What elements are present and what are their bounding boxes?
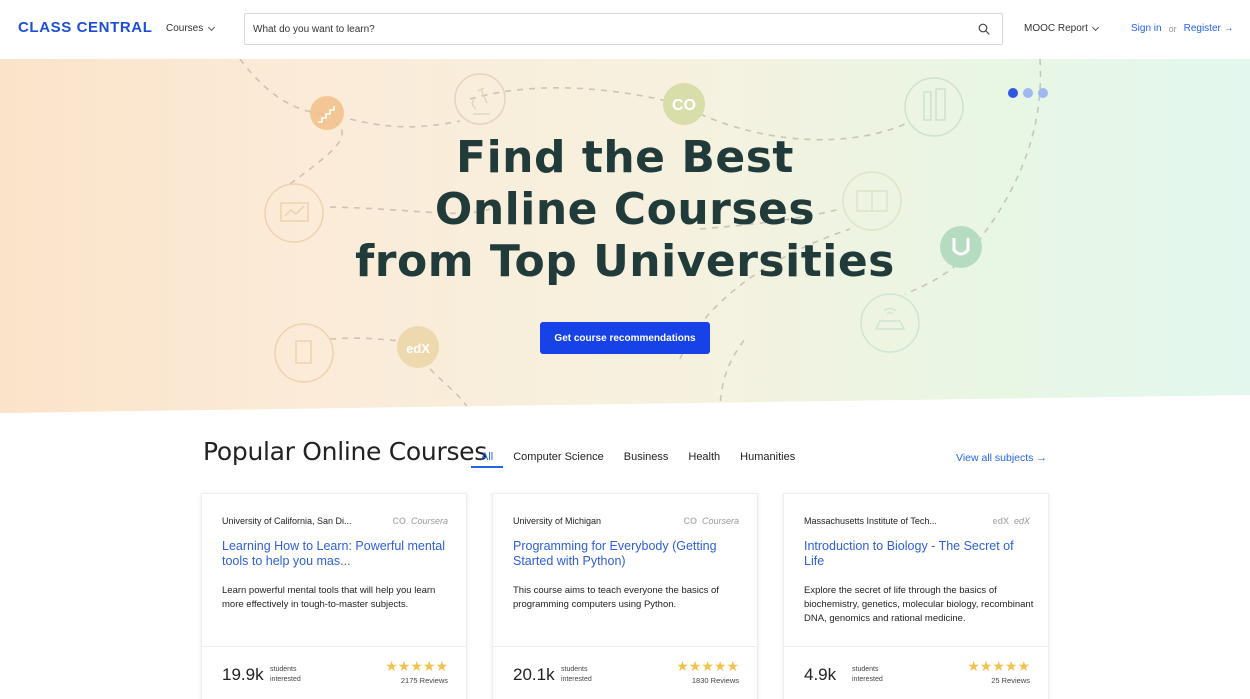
- subject-tabs: All Computer Science Business Health Hum…: [471, 451, 805, 468]
- coursera-icon: CO: [392, 516, 406, 526]
- hero-heading-line: from Top Universities: [355, 236, 895, 287]
- course-provider: CO Coursera: [392, 516, 448, 526]
- smart-car-icon: [860, 293, 920, 353]
- students-label-line: interested: [561, 676, 592, 683]
- chevron-down-icon: [208, 23, 216, 31]
- students-label: students interested: [852, 665, 883, 685]
- students-count: 4.9k: [804, 665, 837, 684]
- tab-humanities[interactable]: Humanities: [730, 451, 805, 468]
- hero-banner: CO edX Find the Best Online Courses from…: [0, 59, 1250, 413]
- svg-text:edX: edX: [406, 341, 430, 356]
- mooc-report-label: MOOC Report: [1024, 23, 1088, 34]
- provider-name: Coursera: [410, 516, 448, 526]
- review-count: 1830 Reviews: [691, 676, 739, 685]
- search-input[interactable]: [245, 14, 945, 44]
- course-card[interactable]: Massachusetts Institute of Tech... edX e…: [783, 493, 1049, 699]
- course-card[interactable]: University of Michigan CO Coursera Progr…: [492, 493, 758, 699]
- coursera-icon: CO: [683, 516, 697, 526]
- tab-all[interactable]: All: [471, 451, 504, 468]
- tab-health[interactable]: Health: [678, 451, 730, 468]
- institution-name: University of California, San Di...: [222, 516, 352, 526]
- carousel-dots: [1008, 88, 1048, 98]
- microscope-icon: [454, 73, 506, 125]
- carousel-dot[interactable]: [1023, 88, 1033, 98]
- auth-links: Sign in or Register →: [1131, 23, 1234, 34]
- students-label-line: students: [270, 666, 297, 673]
- course-provider: edX edX: [992, 516, 1030, 526]
- course-card[interactable]: University of California, San Di... CO C…: [201, 493, 467, 699]
- courses-menu[interactable]: Courses: [166, 23, 216, 34]
- course-description: This course aims to teach everyone the b…: [513, 585, 719, 610]
- sign-in-link[interactable]: Sign in: [1131, 23, 1162, 34]
- star-rating: ★★★★★: [967, 658, 1030, 674]
- students-label-line: students: [561, 666, 588, 673]
- hero-heading: Find the Best Online Courses from Top Un…: [0, 132, 1250, 288]
- students-label-line: students: [852, 666, 879, 673]
- students-label-line: interested: [852, 676, 883, 683]
- pencil-ruler-icon: [904, 77, 964, 137]
- chevron-down-icon: [1091, 23, 1099, 31]
- course-title-link[interactable]: Introduction to Biology - The Secret of …: [804, 539, 1030, 569]
- provider-name: edX: [1013, 516, 1030, 526]
- provider-name: Coursera: [701, 516, 739, 526]
- coursera-icon: CO: [663, 83, 705, 125]
- or-separator: or: [1168, 23, 1177, 34]
- review-count: 2175 Reviews: [400, 676, 448, 685]
- view-all-subjects-link[interactable]: View all subjects →: [956, 452, 1047, 464]
- register-link[interactable]: Register →: [1184, 23, 1234, 34]
- course-title-link[interactable]: Programming for Everybody (Getting Start…: [513, 539, 739, 569]
- card-divider: [784, 646, 1048, 647]
- popular-courses-title: Popular Online Courses: [203, 437, 487, 466]
- class-central-logo[interactable]: CLASS CENTRAL: [18, 19, 152, 36]
- students-label-line: interested: [270, 676, 301, 683]
- institution-name: University of Michigan: [513, 516, 602, 526]
- students-count: 19.9k: [222, 665, 264, 684]
- review-count: 25 Reviews: [991, 676, 1030, 685]
- search-bar: [244, 13, 1003, 45]
- students-count: 20.1k: [513, 665, 555, 684]
- institution-name: Massachusetts Institute of Tech...: [804, 516, 937, 526]
- course-title-link[interactable]: Learning How to Learn: Powerful mental t…: [222, 539, 448, 569]
- top-navbar: CLASS CENTRAL Courses MOOC Report Sign i…: [0, 0, 1250, 59]
- svg-text:CO: CO: [672, 97, 696, 114]
- hero-heading-line: Online Courses: [434, 184, 816, 235]
- document-icon: [274, 323, 334, 383]
- tab-computer-science[interactable]: Computer Science: [503, 451, 614, 468]
- card-divider: [493, 646, 757, 647]
- courses-menu-label: Courses: [166, 23, 204, 34]
- edx-icon: edX: [992, 516, 1009, 526]
- star-rating: ★★★★★: [385, 658, 448, 674]
- students-label: students interested: [270, 665, 301, 685]
- carousel-dot[interactable]: [1038, 88, 1048, 98]
- students-label: students interested: [561, 665, 592, 685]
- stairs-icon: [310, 96, 344, 130]
- hero-heading-line: Find the Best: [456, 132, 794, 183]
- search-icon[interactable]: [978, 23, 990, 35]
- get-recommendations-button[interactable]: Get course recommendations: [540, 322, 710, 354]
- edx-icon: edX: [397, 326, 439, 368]
- carousel-dot[interactable]: [1008, 88, 1018, 98]
- course-provider: CO Coursera: [683, 516, 739, 526]
- card-divider: [202, 646, 466, 647]
- tab-business[interactable]: Business: [614, 451, 679, 468]
- star-rating: ★★★★★: [676, 658, 739, 674]
- mooc-report-menu[interactable]: MOOC Report: [1024, 23, 1099, 34]
- course-description: Learn powerful mental tools that will he…: [222, 585, 436, 610]
- course-description: Explore the secret of life through the b…: [804, 585, 1034, 624]
